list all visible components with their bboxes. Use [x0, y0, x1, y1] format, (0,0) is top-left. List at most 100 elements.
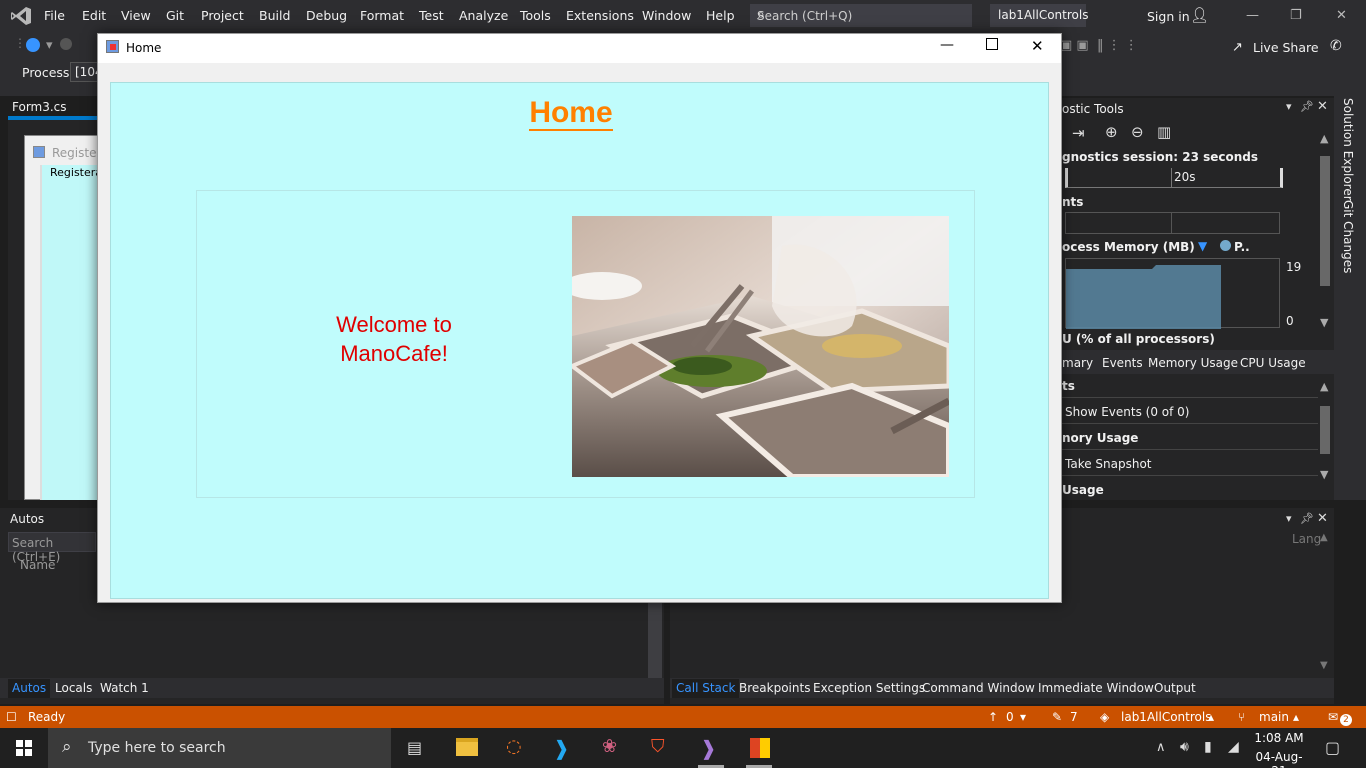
- live-share-button[interactable]: Live Share: [1253, 40, 1319, 55]
- taskbar-search-input[interactable]: ⌕ Type here to search: [48, 728, 391, 768]
- pin-icon[interactable]: 📌︎: [1300, 512, 1314, 525]
- notifications-icon[interactable]: ✉: [1328, 710, 1338, 724]
- menu-view[interactable]: View: [121, 8, 151, 23]
- jupyter-icon[interactable]: ◌: [506, 736, 522, 757]
- push-dropdown-icon[interactable]: ▾: [1020, 710, 1026, 724]
- tab-memory-usage[interactable]: Memory Usage: [1148, 356, 1238, 370]
- push-count[interactable]: 0: [1006, 710, 1014, 724]
- home-minimize-icon[interactable]: —: [940, 37, 954, 53]
- tab-locals[interactable]: Locals: [55, 681, 92, 695]
- divider: [1062, 423, 1318, 424]
- home-close-icon[interactable]: ✕: [1031, 37, 1044, 55]
- menu-extensions[interactable]: Extensions: [566, 8, 634, 23]
- home-window-title: Home: [126, 41, 162, 55]
- panel-dropdown-icon[interactable]: ▾: [1286, 512, 1292, 525]
- branch-dropdown-icon[interactable]: ▴: [1293, 710, 1299, 724]
- menu-tools[interactable]: Tools: [520, 8, 551, 23]
- show-events-link[interactable]: Show Events (0 of 0): [1065, 405, 1189, 419]
- process-select[interactable]: [104: [70, 62, 103, 82]
- tab-command-window[interactable]: Command Window: [922, 681, 1035, 695]
- menu-test[interactable]: Test: [419, 8, 444, 23]
- brave-browser-icon[interactable]: ⛉: [651, 736, 665, 757]
- panel-dropdown-icon[interactable]: ▾: [1286, 100, 1292, 113]
- menu-analyze[interactable]: Analyze: [459, 8, 508, 23]
- tab-form3[interactable]: Form3.cs: [8, 98, 98, 118]
- export-icon[interactable]: ⇥: [1072, 124, 1085, 142]
- take-snapshot-link[interactable]: Take Snapshot: [1065, 457, 1152, 471]
- visual-studio-icon[interactable]: ❱: [700, 736, 717, 760]
- live-share-icon[interactable]: ↗: [1232, 40, 1243, 55]
- summary-scrollbar[interactable]: ▲ ▼: [1318, 376, 1332, 486]
- tab-summary[interactable]: mary: [1062, 356, 1093, 370]
- tab-breakpoints[interactable]: Breakpoints: [739, 681, 810, 695]
- project-dropdown-icon[interactable]: ▴: [1208, 710, 1214, 724]
- solution-explorer-tab[interactable]: Solution Explorer: [1341, 98, 1355, 201]
- menu-window[interactable]: Window: [642, 8, 691, 23]
- add-user-icon[interactable]: 👤︎: [1190, 6, 1209, 24]
- autos-search-input[interactable]: Search (Ctrl+E): [8, 532, 96, 564]
- zoom-in-icon[interactable]: ⊕: [1105, 123, 1118, 141]
- callstack-scrollbar[interactable]: ▲ ▼: [1318, 530, 1332, 676]
- changes-count[interactable]: 7: [1070, 710, 1078, 724]
- file-explorer-icon[interactable]: [456, 738, 478, 756]
- pin-icon[interactable]: 📌︎: [1300, 100, 1314, 113]
- menu-file[interactable]: File: [44, 8, 65, 23]
- filter-triangle-icon[interactable]: ▼: [1198, 239, 1207, 253]
- status-project[interactable]: lab1AllControls: [1121, 710, 1211, 724]
- forward-icon[interactable]: [60, 38, 72, 50]
- menu-help[interactable]: Help: [706, 8, 735, 23]
- git-changes-tab[interactable]: Git Changes: [1341, 200, 1355, 273]
- sign-in-link[interactable]: Sign in: [1147, 9, 1190, 24]
- dropdown-arrow-icon[interactable]: ▾: [46, 38, 53, 53]
- tab-autos[interactable]: Autos: [8, 679, 51, 698]
- tab-immediate-window[interactable]: Immediate Window: [1038, 681, 1154, 695]
- tab-watch-1[interactable]: Watch 1: [100, 681, 149, 695]
- lang-column: Lang: [1292, 532, 1322, 546]
- volume-icon[interactable]: 🔊︎: [1180, 739, 1189, 755]
- windows-start-icon[interactable]: [16, 740, 32, 756]
- paint-icon[interactable]: ❀: [602, 736, 617, 757]
- task-view-icon[interactable]: ▤: [407, 738, 422, 757]
- menu-format[interactable]: Format: [360, 8, 404, 23]
- zoom-out-icon[interactable]: ⊖: [1131, 123, 1144, 141]
- search-input[interactable]: Search (Ctrl+Q) ⌕: [750, 4, 972, 27]
- home-titlebar[interactable]: [98, 34, 1061, 63]
- welcome-line-2: ManoCafe!: [340, 341, 448, 366]
- menu-debug[interactable]: Debug: [306, 8, 347, 23]
- chart-icon[interactable]: ▥: [1157, 123, 1171, 141]
- vscode-icon[interactable]: ❱: [553, 736, 570, 760]
- clock-time[interactable]: 1:08 AM: [1254, 731, 1304, 745]
- action-center-icon[interactable]: ▢: [1325, 738, 1340, 757]
- back-icon[interactable]: [26, 38, 40, 52]
- minimize-icon[interactable]: —: [1246, 8, 1259, 23]
- menu-project[interactable]: Project: [201, 8, 244, 23]
- panel-close-icon[interactable]: ✕: [1317, 511, 1328, 526]
- pencil-icon[interactable]: ✎: [1052, 710, 1062, 724]
- home-maximize-icon[interactable]: [986, 38, 998, 50]
- status-branch[interactable]: main: [1259, 710, 1289, 724]
- diag-scrollbar[interactable]: ▲ ▼: [1318, 130, 1332, 330]
- tray-chevron-icon[interactable]: ∧: [1156, 740, 1166, 755]
- tab-output[interactable]: Output: [1154, 681, 1196, 695]
- tab-events[interactable]: Events: [1102, 356, 1143, 370]
- menu-edit[interactable]: Edit: [82, 8, 106, 23]
- branch-icon[interactable]: ⑂: [1238, 710, 1245, 724]
- push-up-icon[interactable]: ↑: [988, 710, 998, 724]
- wifi-icon[interactable]: ◢: [1228, 739, 1239, 755]
- restore-icon[interactable]: ❐: [1290, 8, 1302, 23]
- panel-close-icon[interactable]: ✕: [1317, 99, 1328, 114]
- menu-build[interactable]: Build: [259, 8, 290, 23]
- close-icon[interactable]: ✕: [1336, 8, 1347, 23]
- notifications-count: 2: [1340, 714, 1352, 726]
- feedback-icon[interactable]: ✆: [1330, 38, 1342, 54]
- tab-call-stack[interactable]: Call Stack: [672, 679, 740, 698]
- tab-cpu-usage[interactable]: CPU Usage: [1240, 356, 1306, 370]
- autos-scrollbar[interactable]: [648, 600, 662, 680]
- battery-icon[interactable]: ▮: [1204, 739, 1212, 755]
- clock-date[interactable]: 04-Aug-21: [1250, 750, 1308, 768]
- toolbar-icons-group[interactable]: ▣ ▣ ‖ ⋮ ⋮: [1060, 38, 1138, 53]
- winforms-app-icon[interactable]: [750, 738, 770, 758]
- tab-exception-settings[interactable]: Exception Settings: [813, 681, 925, 695]
- menu-git[interactable]: Git: [166, 8, 184, 23]
- repo-icon[interactable]: ◈: [1100, 710, 1109, 724]
